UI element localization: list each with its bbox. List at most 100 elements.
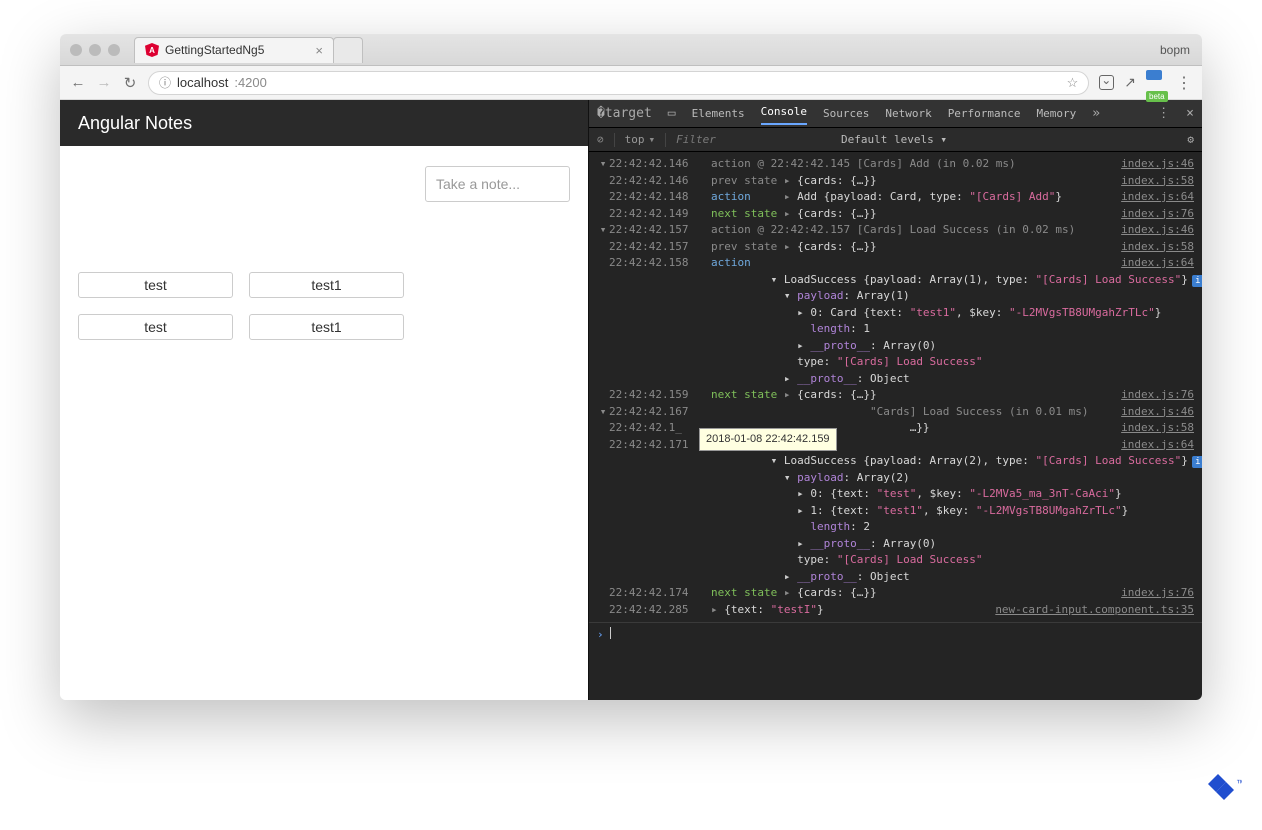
note-card[interactable]: test: [78, 272, 233, 298]
log-value: }: [1055, 190, 1062, 203]
log-value: }: [1181, 454, 1188, 467]
devtools-tab-elements[interactable]: Elements: [692, 104, 745, 123]
console-log[interactable]: ▾22:42:42.146action @ 22:42:42.145 [Card…: [589, 152, 1202, 700]
log-key: type:: [797, 553, 837, 566]
back-icon[interactable]: ←: [70, 74, 86, 91]
note-card[interactable]: test: [78, 314, 233, 340]
log-group-header[interactable]: action @ 22:42:42.145 [Cards] Add (in 0.…: [711, 156, 1113, 173]
reload-icon[interactable]: ↻: [122, 74, 138, 92]
tab-close-icon[interactable]: ×: [315, 43, 323, 58]
log-source-link[interactable]: index.js:58: [1121, 420, 1194, 437]
log-value[interactable]: LoadSuccess {payload: Array(2), type:: [784, 454, 1036, 467]
device-toolbar-icon[interactable]: ▭: [668, 106, 676, 121]
console-settings-icon[interactable]: ⚙: [1187, 133, 1194, 146]
forward-icon[interactable]: →: [96, 74, 112, 91]
prompt-cursor: [610, 627, 611, 639]
extension-icon[interactable]: [1146, 70, 1162, 80]
devtools-menu-icon[interactable]: ⋮: [1157, 106, 1170, 121]
log-timestamp: 22:42:42.159: [609, 387, 711, 404]
log-string: "-L2MVa5_ma_3nT-CaAci": [969, 487, 1115, 500]
devtools-tab-sources[interactable]: Sources: [823, 104, 869, 123]
toptal-logo-icon: ™: [1208, 774, 1242, 822]
log-timestamp: 22:42:42.157: [609, 239, 711, 256]
log-string: "[Cards] Load Success": [1036, 454, 1182, 467]
log-timestamp: 22:42:42.148: [609, 189, 711, 206]
log-value: }: [817, 603, 824, 616]
log-value: : 2: [850, 520, 870, 533]
log-string: "[Cards] Load Success": [1036, 273, 1182, 286]
log-source-link[interactable]: index.js:64: [1121, 255, 1194, 272]
window-controls[interactable]: [70, 44, 120, 56]
log-value[interactable]: Add {payload: Card, type:: [797, 190, 969, 203]
devtools-more-tabs-icon[interactable]: »: [1092, 106, 1100, 121]
console-levels-dropdown[interactable]: Default levels ▾: [841, 133, 947, 146]
browser-tab[interactable]: A GettingStartedNg5 ×: [134, 37, 334, 63]
log-label: next state: [711, 586, 777, 599]
log-timestamp: 22:42:42.146: [609, 173, 711, 190]
log-value[interactable]: : Array(2): [843, 471, 909, 484]
console-prompt[interactable]: ›: [589, 622, 1202, 646]
devtools-tab-network[interactable]: Network: [885, 104, 931, 123]
log-source-link[interactable]: index.js:46: [1121, 156, 1194, 173]
log-value[interactable]: {text:: [724, 603, 770, 616]
log-value[interactable]: : Array(1): [843, 289, 909, 302]
log-source-link[interactable]: index.js:58: [1121, 239, 1194, 256]
log-source-link[interactable]: index.js:46: [1121, 222, 1194, 239]
maximize-window-icon[interactable]: [108, 44, 120, 56]
log-value[interactable]: {cards: {…}}: [797, 240, 876, 253]
profile-label[interactable]: bopm: [1160, 43, 1190, 57]
note-card[interactable]: test1: [249, 314, 404, 340]
log-source-link[interactable]: index.js:76: [1121, 387, 1194, 404]
log-source-link[interactable]: index.js:76: [1121, 585, 1194, 602]
note-card[interactable]: test1: [249, 272, 404, 298]
note-input[interactable]: Take a note...: [425, 166, 570, 202]
log-value: , $key:: [916, 487, 969, 500]
clear-console-icon[interactable]: ⊘: [597, 133, 604, 146]
console-context-label: top: [625, 133, 645, 146]
extension-icons: ↗ beta ⋮: [1099, 68, 1192, 98]
send-extension-icon[interactable]: ↗: [1124, 74, 1136, 91]
log-key: payload: [797, 289, 843, 302]
devtools-tabs: �target ▭ Elements Console Sources Netwo…: [589, 100, 1202, 128]
note-input-placeholder: Take a note...: [436, 176, 520, 192]
info-badge-icon[interactable]: i: [1192, 456, 1202, 468]
log-source-link[interactable]: new-card-input.component.ts:35: [995, 602, 1194, 619]
log-timestamp: 22:42:42.146: [609, 156, 711, 173]
log-source-link[interactable]: index.js:76: [1121, 206, 1194, 223]
inspect-element-icon[interactable]: �target: [597, 106, 652, 121]
log-group-header[interactable]: action @ 22:42:42.157 [Cards] Load Succe…: [711, 222, 1113, 239]
log-source-link[interactable]: index.js:46: [1121, 404, 1194, 421]
log-value[interactable]: {cards: {…}}: [797, 586, 876, 599]
devtools-tab-console[interactable]: Console: [761, 102, 807, 125]
cards-grid: test test1 test test1: [78, 272, 570, 340]
devtools-tab-memory[interactable]: Memory: [1037, 104, 1077, 123]
address-field[interactable]: ⓘ localhost:4200 ☆: [148, 71, 1089, 95]
bookmark-star-icon[interactable]: ☆: [1067, 75, 1079, 91]
info-icon[interactable]: ⓘ: [159, 74, 171, 91]
log-value[interactable]: 1: {text:: [810, 504, 876, 517]
console-filter-input[interactable]: Filter: [676, 133, 716, 146]
log-value[interactable]: 0: {text:: [810, 487, 876, 500]
log-source-link[interactable]: index.js:58: [1121, 173, 1194, 190]
log-source-link[interactable]: index.js:64: [1121, 437, 1194, 454]
info-badge-icon[interactable]: i: [1192, 275, 1202, 287]
browser-menu-icon[interactable]: ⋮: [1176, 73, 1192, 93]
pocket-extension-icon[interactable]: [1099, 75, 1114, 90]
close-window-icon[interactable]: [70, 44, 82, 56]
console-context-dropdown[interactable]: top ▾: [625, 133, 656, 146]
log-value: …}}: [910, 421, 930, 434]
new-tab-button[interactable]: [333, 37, 363, 63]
log-source-link[interactable]: index.js:64: [1121, 189, 1194, 206]
log-value[interactable]: 0: Card {text:: [810, 306, 909, 319]
log-value[interactable]: {cards: {…}}: [797, 388, 876, 401]
log-value: }: [1181, 273, 1188, 286]
minimize-window-icon[interactable]: [89, 44, 101, 56]
devtools-tab-performance[interactable]: Performance: [948, 104, 1021, 123]
log-value[interactable]: LoadSuccess {payload: Array(1), type:: [784, 273, 1036, 286]
devtools-close-icon[interactable]: ×: [1186, 106, 1194, 121]
log-value[interactable]: {cards: {…}}: [797, 174, 876, 187]
log-group-header[interactable]: Cards] Load Success (in 0.01 ms): [877, 405, 1089, 418]
log-string: "-L2MVgsTB8UMgahZrTLc": [1009, 306, 1155, 319]
log-timestamp: 22:42:42.167: [609, 404, 711, 421]
log-value[interactable]: {cards: {…}}: [797, 207, 876, 220]
